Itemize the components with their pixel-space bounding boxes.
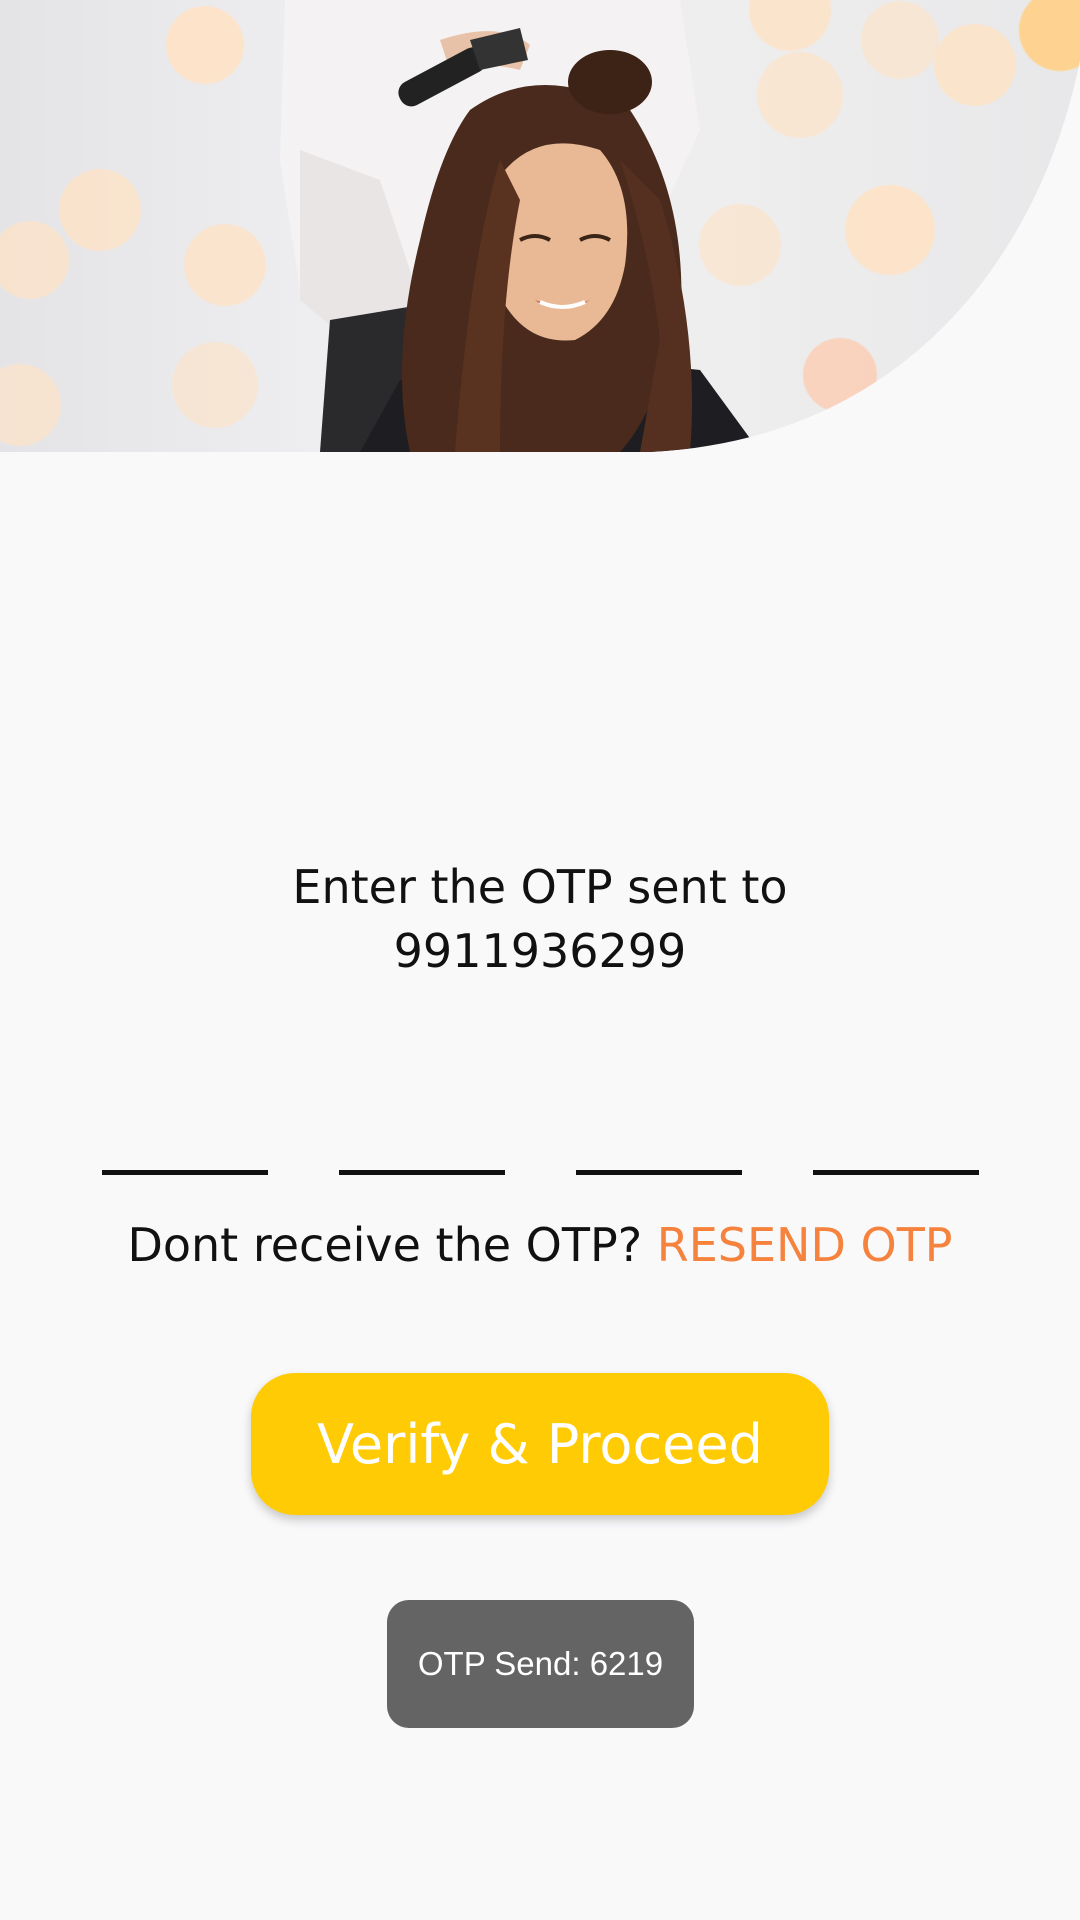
resend-otp-row: Dont receive the OTP? RESEND OTP (0, 1218, 1080, 1272)
hero-image (0, 0, 1080, 452)
otp-digit-4[interactable] (813, 1130, 979, 1175)
otp-digit-3[interactable] (576, 1130, 742, 1175)
otp-input-row (0, 1130, 1080, 1175)
otp-toast: OTP Send: 6219 (387, 1600, 694, 1728)
otp-prompt-line: Enter the OTP sent to (292, 860, 788, 914)
otp-prompt: Enter the OTP sent to 9911936299 (0, 855, 1080, 983)
verify-proceed-button[interactable]: Verify & Proceed (251, 1373, 829, 1515)
otp-digit-1[interactable] (102, 1130, 268, 1175)
otp-digit-2[interactable] (339, 1130, 505, 1175)
resend-question: Dont receive the OTP? (127, 1218, 643, 1272)
toast-message: OTP Send: 6219 (417, 1645, 664, 1682)
salon-illustration (0, 0, 1080, 452)
phone-number: 9911936299 (393, 924, 687, 978)
resend-otp-link[interactable]: RESEND OTP (657, 1218, 953, 1272)
